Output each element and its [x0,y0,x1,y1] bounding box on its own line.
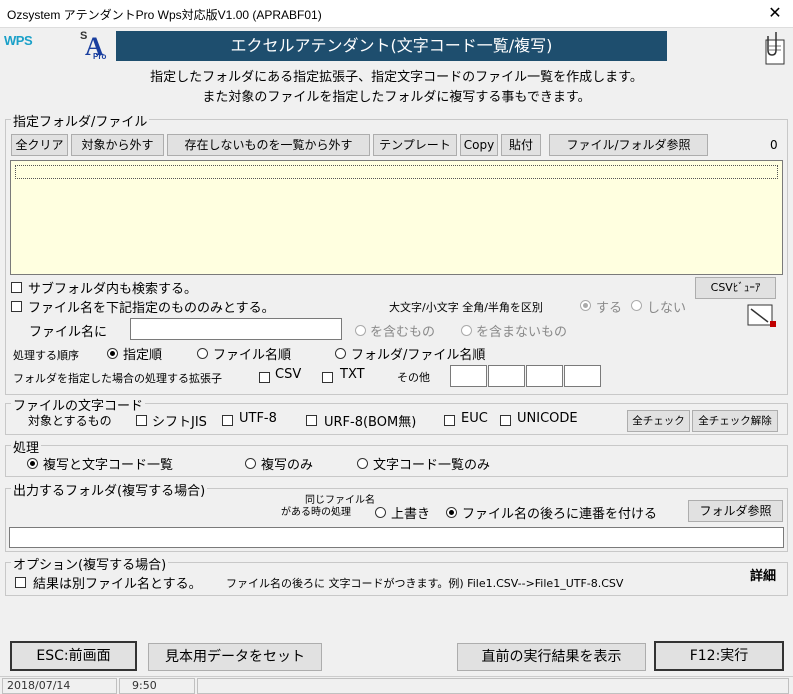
description-line-1: 指定したフォルダにある指定拡張子、指定文字コードのファイル一覧を作成します。 [150,70,643,85]
ext-csv-label: CSV [275,367,302,382]
overwrite-radio[interactable] [375,507,386,518]
order-folder-file-label: フォルダ/ファイル名順 [351,348,486,363]
same-name-label-1: 同じファイル名 [305,495,375,506]
order-filename-radio[interactable] [197,348,208,359]
subfolder-checkbox[interactable] [11,282,22,293]
order-specified-label: 指定順 [123,348,163,363]
order-folder-file-radio[interactable] [335,348,346,359]
subfolder-label: サブフォルダ内も検索する。 [28,282,198,297]
process-list-only-label: 文字コード一覧のみ [373,458,491,473]
output-folder-legend: 出力するフォルダ(複写する場合) [11,480,208,499]
not-contains-label: を含まないもの [476,325,568,340]
process-copy-and-list-label: 複写と文字コード一覧 [43,458,174,473]
file-list[interactable] [10,160,783,275]
case-no-label: しない [647,301,687,316]
ext-other-input-1[interactable] [450,365,487,387]
euc-label: EUC [461,411,488,426]
remove-missing-button[interactable]: 存在しないものを一覧から外す [167,134,370,156]
separate-file-label: 結果は別ファイル名とする。 [33,577,202,592]
process-copy-and-list-radio[interactable] [27,458,38,469]
edit-document-icon[interactable] [746,303,778,331]
show-last-result-button[interactable]: 直前の実行結果を表示 [457,643,646,671]
run-button[interactable]: F12:実行 [654,641,784,671]
case-yes-label: する [596,301,623,316]
unicode-label: UNICODE [517,411,578,426]
file-folder-browse-button[interactable]: ファイル/フォルダ参照 [549,134,708,156]
ext-csv-checkbox[interactable] [259,372,270,383]
main-window: Ozsystem アテンダントPro Wps対応版V1.00 (APRABF01… [0,0,793,694]
process-copy-only-label: 複写のみ [261,458,314,473]
serial-number-label: ファイル名の後ろに連番を付ける [462,507,658,522]
order-label: 処理する順序 [13,349,79,362]
case-sensitivity-label: 大文字/小文字 全角/半角を区別 [389,301,543,314]
status-date: 2018/07/14 [2,678,117,694]
paperclip-icon[interactable] [762,30,790,66]
case-yes-radio[interactable] [580,300,591,311]
serial-number-radio[interactable] [446,507,457,518]
order-filename-label: ファイル名順 [213,348,292,363]
remove-target-button[interactable]: 対象から外す [71,134,164,156]
paste-button[interactable]: 貼付 [501,134,541,156]
logo-pro-text: Pro [93,52,107,61]
template-button[interactable]: テンプレート [373,134,457,156]
utf8-label: UTF-8 [239,411,277,426]
uncheck-all-button[interactable]: 全チェック解除 [692,410,778,432]
process-copy-only-radio[interactable] [245,458,256,469]
encoding-target-label: 対象とするもの [28,414,112,428]
file-count: 0 [770,138,778,152]
filename-filter-checkbox[interactable] [11,301,22,312]
ext-other-label: その他 [397,371,430,384]
output-folder-browse-button[interactable]: フォルダ参照 [688,500,783,522]
ext-other-input-2[interactable] [488,365,525,387]
status-bar: 2018/07/14 9:50 [0,676,793,694]
filename-input-label: ファイル名に [29,325,108,340]
filename-filter-label: ファイル名を下記指定のもののみとする。 [28,301,275,316]
title-bar: Ozsystem アテンダントPro Wps対応版V1.00 (APRABF01… [0,0,793,28]
contains-label: を含むもの [370,325,436,340]
separate-file-note: ファイル名の後ろに 文字コードがつきます。例) File1.CSV-->File… [226,577,624,590]
list-item[interactable] [15,165,778,179]
check-all-button[interactable]: 全チェック [627,410,690,432]
order-specified-radio[interactable] [107,348,118,359]
extension-label: フォルダを指定した場合の処理する拡張子 [13,372,222,385]
ext-txt-checkbox[interactable] [322,372,333,383]
utf8-nobom-label: URF-8(BOM無) [324,415,417,430]
overwrite-label: 上書き [391,507,431,522]
ext-txt-label: TXT [340,367,365,382]
copy-button[interactable]: Copy [460,134,498,156]
page-title-banner: エクセルアテンダント(文字コード一覧/複写) [116,31,667,61]
filename-input[interactable] [130,318,342,340]
option-legend: オプション(複写する場合) [11,554,169,573]
same-name-label-2: がある時の処理 [281,507,351,518]
euc-checkbox[interactable] [444,415,455,426]
sjis-label: シフトJIS [152,415,207,430]
not-contains-radio[interactable] [461,325,472,336]
description-line-2: また対象のファイルを指定したフォルダに複写する事もできます。 [202,90,591,105]
esc-back-button[interactable]: ESC:前画面 [10,641,137,671]
process-list-only-radio[interactable] [357,458,368,469]
status-time: 9:50 [119,678,195,694]
case-no-radio[interactable] [631,300,642,311]
ext-other-input-3[interactable] [526,365,563,387]
contains-radio[interactable] [355,325,366,336]
utf8-checkbox[interactable] [222,415,233,426]
window-title: Ozsystem アテンダントPro Wps対応版V1.00 (APRABF01… [7,8,322,22]
set-sample-data-button[interactable]: 見本用データをセット [148,643,322,671]
separate-file-checkbox[interactable] [15,577,26,588]
process-legend: 処理 [11,437,42,456]
sjis-checkbox[interactable] [136,415,147,426]
detail-link[interactable]: 詳細 [750,565,776,584]
wps-logo: WPS [4,33,33,48]
unicode-checkbox[interactable] [500,415,511,426]
status-message [197,678,789,694]
folder-file-legend: 指定フォルダ/ファイル [11,111,150,130]
clear-all-button[interactable]: 全クリア [11,134,68,156]
csv-viewer-button[interactable]: CSVﾋﾞｭｰｱ [695,277,776,299]
ext-other-input-4[interactable] [564,365,601,387]
close-icon[interactable]: ✕ [764,4,786,22]
utf8-nobom-checkbox[interactable] [306,415,317,426]
output-folder-input[interactable] [9,527,784,548]
sa-pro-logo: S A Pro [78,30,114,62]
